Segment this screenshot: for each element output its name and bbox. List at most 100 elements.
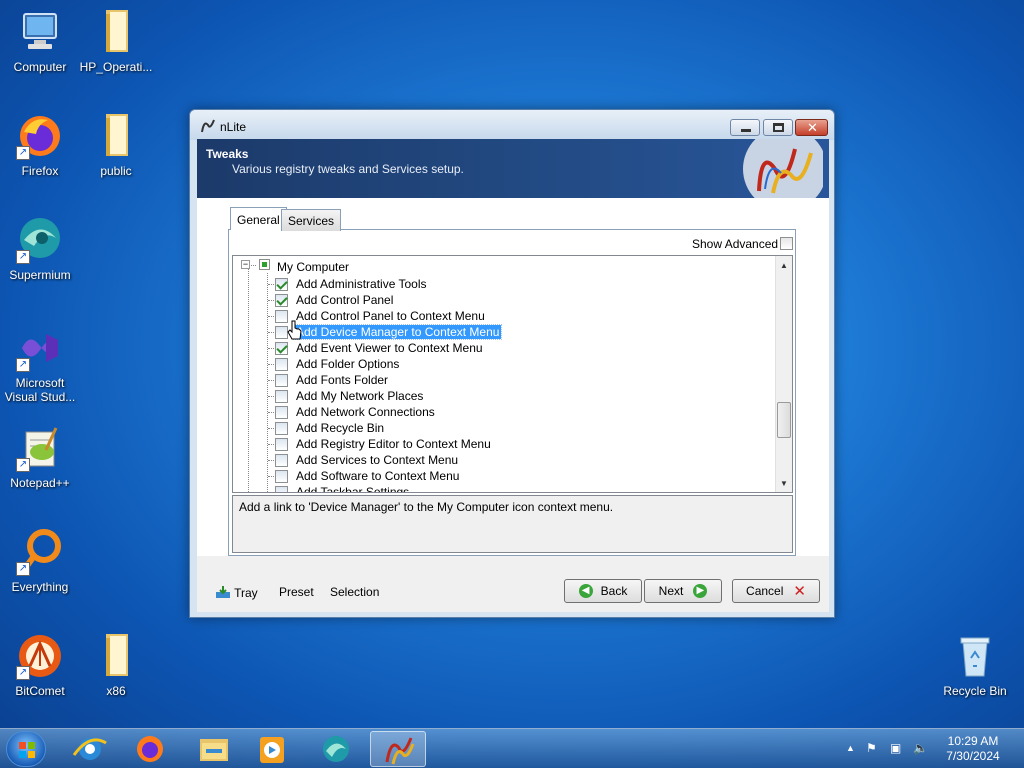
- desktop-icon-visual-studio[interactable]: ↗ Microsoft Visual Stud...: [0, 324, 80, 404]
- show-hidden-icons-icon[interactable]: ▲: [846, 743, 855, 753]
- preset-link[interactable]: Preset: [279, 585, 314, 599]
- recycle-bin-icon: [951, 632, 999, 680]
- tree-item-checkbox[interactable]: [275, 485, 288, 492]
- tree-item-label[interactable]: Add Control Panel to Context Menu: [294, 309, 487, 323]
- tree-item-label[interactable]: Add Network Connections: [294, 405, 437, 419]
- tree-root-checkbox[interactable]: [259, 259, 270, 270]
- tree-item[interactable]: Add Fonts Folder: [275, 372, 390, 388]
- tree-item-label[interactable]: Add Device Manager to Context Menu: [292, 324, 503, 340]
- tree-item-checkbox[interactable]: [275, 373, 288, 387]
- tree-item-checkbox[interactable]: [275, 277, 288, 291]
- icon-label: Supermium: [9, 268, 71, 282]
- tree-item[interactable]: Add Services to Context Menu: [275, 452, 460, 468]
- tree-item-label[interactable]: Add Event Viewer to Context Menu: [294, 341, 485, 355]
- tree-item-label[interactable]: Add Software to Context Menu: [294, 469, 461, 483]
- desktop-icon-x86[interactable]: x86: [76, 632, 156, 698]
- cancel-button[interactable]: Cancel ✕: [732, 579, 820, 603]
- tree-item[interactable]: Add Event Viewer to Context Menu: [275, 340, 485, 356]
- supermium-icon: [323, 736, 349, 762]
- tree-item-label[interactable]: Add Taskbar Settings: [294, 485, 411, 492]
- tree-item-label[interactable]: Add My Network Places: [294, 389, 425, 403]
- tree-item[interactable]: Add Network Connections: [275, 404, 437, 420]
- tab-general[interactable]: General: [230, 207, 287, 230]
- desktop-icon-everything[interactable]: ↗ Everything: [0, 528, 80, 594]
- desktop-icon-firefox[interactable]: ↗ Firefox: [0, 112, 80, 178]
- tree-item[interactable]: Add Software to Context Menu: [275, 468, 461, 484]
- folder-icon: [92, 8, 140, 56]
- visual-studio-icon: ↗: [16, 324, 64, 372]
- tree-item-label[interactable]: Add Registry Editor to Context Menu: [294, 437, 493, 451]
- taskbar-file-explorer[interactable]: [186, 731, 242, 767]
- nlite-logo: [729, 127, 827, 211]
- maximize-button[interactable]: [763, 119, 793, 136]
- taskbar-firefox[interactable]: [122, 731, 178, 767]
- tree-item-label[interactable]: Add Fonts Folder: [294, 373, 390, 387]
- hand-cursor-icon: [287, 320, 302, 340]
- tree-item[interactable]: Add Taskbar Settings: [275, 484, 411, 492]
- desktop-icon-computer[interactable]: Computer: [0, 8, 80, 74]
- selection-link[interactable]: Selection: [330, 585, 379, 599]
- next-button[interactable]: Next ▶: [644, 579, 722, 603]
- tree-item[interactable]: Add Device Manager to Context Menu: [275, 324, 503, 340]
- tree-item-checkbox[interactable]: [275, 437, 288, 451]
- start-button[interactable]: [6, 731, 46, 767]
- tree-item-checkbox[interactable]: [275, 389, 288, 403]
- tree-item-checkbox[interactable]: [275, 453, 288, 467]
- tree-item[interactable]: Add Administrative Tools: [275, 276, 429, 292]
- tree-item-checkbox[interactable]: [275, 405, 288, 419]
- page-title: Tweaks: [206, 147, 249, 161]
- tree-item-label[interactable]: Add Folder Options: [294, 357, 401, 371]
- show-advanced-checkbox[interactable]: [780, 237, 793, 250]
- volume-muted-icon[interactable]: 🔈: [913, 741, 928, 755]
- scroll-thumb[interactable]: [777, 402, 791, 438]
- tray-link[interactable]: Tray: [215, 585, 258, 600]
- minimize-button[interactable]: [730, 119, 760, 136]
- cancel-label: Cancel: [746, 584, 784, 598]
- tree-item[interactable]: Add Registry Editor to Context Menu: [275, 436, 493, 452]
- tree-item-checkbox[interactable]: [275, 421, 288, 435]
- desktop-icon-notepad-plus-plus[interactable]: ↗ Notepad++: [0, 424, 80, 490]
- tree-expander[interactable]: −: [241, 260, 250, 269]
- tree-item[interactable]: Add Recycle Bin: [275, 420, 386, 436]
- taskbar-supermium[interactable]: [308, 731, 364, 767]
- tree-item[interactable]: Add Control Panel: [275, 292, 395, 308]
- icon-label: x86: [106, 684, 126, 698]
- next-arrow-icon: ▶: [693, 584, 708, 598]
- tree-item-checkbox[interactable]: [275, 293, 288, 307]
- tree-item-checkbox[interactable]: [275, 469, 288, 483]
- internet-explorer-icon: [72, 738, 107, 760]
- tab-services[interactable]: Services: [281, 209, 342, 231]
- tree-item-label[interactable]: Add Control Panel: [294, 293, 395, 307]
- tree-item-checkbox[interactable]: [275, 357, 288, 371]
- nlite-window: nLite ✕ Tweaks Various registry tweaks a…: [189, 109, 835, 618]
- tree-item-checkbox[interactable]: [275, 341, 288, 355]
- tree-scrollbar[interactable]: ▲ ▼: [775, 256, 792, 492]
- supermium-icon: ↗: [16, 216, 64, 264]
- desktop-icon-bitcomet[interactable]: ↗ BitComet: [0, 632, 80, 698]
- system-clock[interactable]: 10:29 AM 7/30/2024: [935, 734, 1011, 764]
- title-bar[interactable]: nLite ✕: [190, 110, 834, 140]
- tree-root-label[interactable]: My Computer: [277, 260, 349, 274]
- close-button[interactable]: ✕: [795, 119, 828, 136]
- desktop-icon-recycle-bin[interactable]: Recycle Bin: [935, 632, 1015, 698]
- tree-item[interactable]: Add Folder Options: [275, 356, 401, 372]
- back-label: Back: [600, 584, 628, 598]
- taskbar-media-player[interactable]: [244, 731, 300, 767]
- tree-item[interactable]: Add Control Panel to Context Menu: [275, 308, 487, 324]
- scroll-up-arrow-icon[interactable]: ▲: [780, 261, 788, 270]
- action-center-flag-icon[interactable]: ⚑: [866, 741, 877, 755]
- tree-item-label[interactable]: Add Services to Context Menu: [294, 453, 460, 467]
- tree-item-label[interactable]: Add Recycle Bin: [294, 421, 386, 435]
- network-icon[interactable]: ▣: [890, 741, 901, 755]
- desktop-icon-public[interactable]: public: [76, 112, 156, 178]
- taskbar-nlite[interactable]: [370, 731, 426, 767]
- tree-item[interactable]: Add My Network Places: [275, 388, 425, 404]
- tweaks-tree[interactable]: − My Computer Add Administrative Tools Ad…: [232, 255, 793, 493]
- tree-item-label[interactable]: Add Administrative Tools: [294, 277, 429, 291]
- scroll-down-arrow-icon[interactable]: ▼: [780, 479, 788, 488]
- taskbar-internet-explorer[interactable]: [62, 731, 118, 767]
- desktop-icon-supermium[interactable]: ↗ Supermium: [0, 216, 80, 282]
- back-button[interactable]: ◀ Back: [564, 579, 642, 603]
- file-explorer-icon: [200, 739, 228, 761]
- desktop-icon-hp-operating[interactable]: HP_Operati...: [76, 8, 156, 74]
